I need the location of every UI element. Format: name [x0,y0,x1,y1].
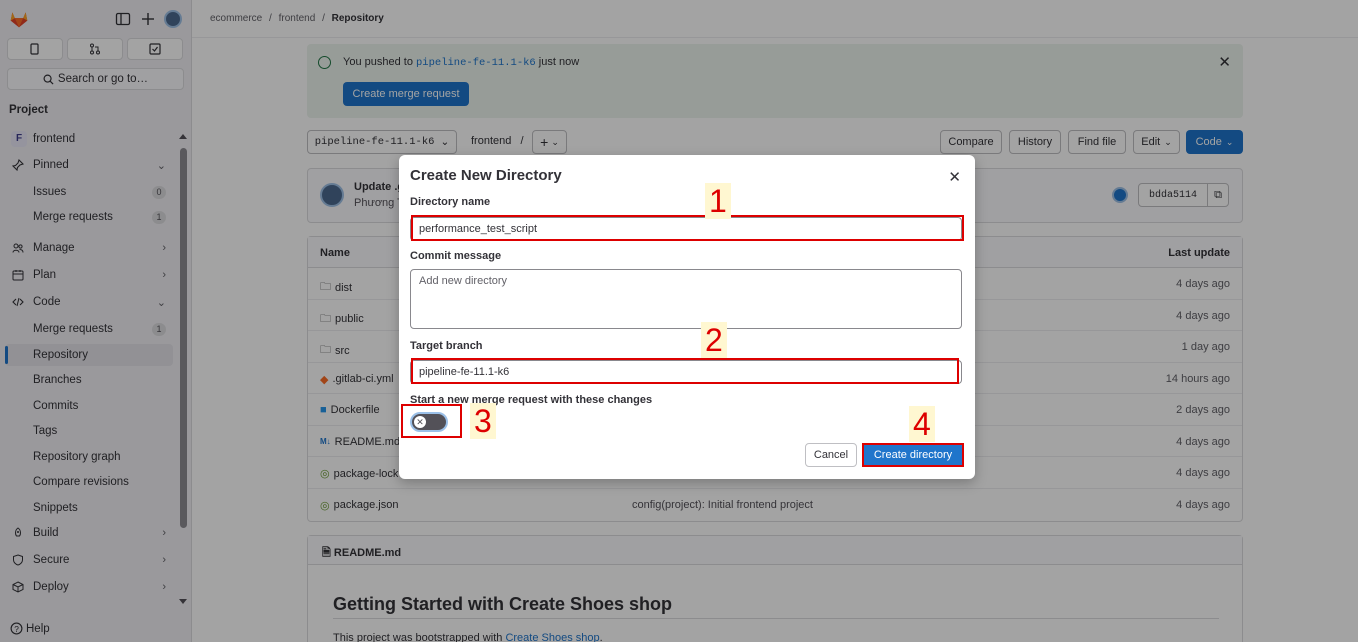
commit-message-textarea[interactable]: Add new directory [410,269,962,329]
close-icon[interactable]: ✕ [948,168,961,186]
target-branch-label: Target branch [410,340,483,352]
cancel-button[interactable]: Cancel [805,443,857,467]
annotation-box-create-button [862,443,964,467]
annotation-number-3: 3 [470,403,496,439]
modal-title: Create New Directory [410,167,562,184]
commit-message-label: Commit message [410,250,502,262]
annotation-number-2: 2 [701,322,727,358]
annotation-box-directory-name [411,215,964,241]
annotation-number-4: 4 [909,406,935,442]
annotation-number-1: 1 [705,183,731,219]
annotation-box-target-branch [411,358,959,384]
annotation-box-toggle [401,404,462,438]
directory-name-label: Directory name [410,196,491,208]
